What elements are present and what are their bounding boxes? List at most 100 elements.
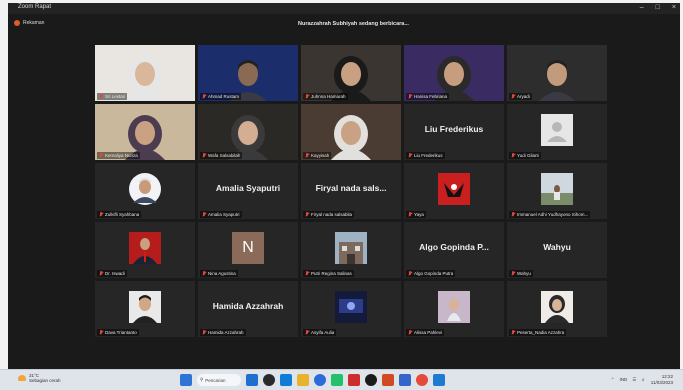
participant-tile[interactable]: Kayyisah [301,104,401,160]
system-tray: ⌃ IND ☰ ♬ 12:22 11/03/2023 [611,374,673,385]
participant-tile[interactable]: N Nina Agustina [198,222,298,278]
participant-nametag: Amalia Syaputri [200,211,242,218]
participant-nametag: Zulkifli Syahbana [97,211,142,218]
mic-muted-icon [408,330,412,335]
participant-tile[interactable]: Liu Frederikus Liu Frederikus [404,104,504,160]
participant-nametag: Alissa Pahlevi [406,329,445,336]
participant-tile[interactable]: Zulkifli Syahbana [95,163,195,219]
participant-name: Wahyu [517,271,531,276]
participant-name: Wafa Salsabilah [208,153,241,158]
participant-tile[interactable]: Sri Lestari [95,45,195,101]
participant-tile[interactable]: Dr. Iswadi [95,222,195,278]
participant-nametag: Immanuel Adhi Yudhayono Sihom... [509,211,591,218]
participant-name: Hanisa Febriana [414,94,448,99]
minimize-button[interactable]: – [640,3,644,13]
clock-date: 11/03/2023 [650,379,673,385]
mic-muted-icon [511,153,515,158]
participant-name: Yaya [414,212,424,217]
volume-icon[interactable]: ♬ [641,377,646,382]
taskbar-app-icon[interactable] [348,374,360,386]
participant-tile[interactable]: Wahyu Wahyu [507,222,607,278]
title-bar: Zoom Rapat – □ × [8,3,680,14]
close-button[interactable]: × [672,3,676,13]
participant-tile[interactable]: Immanuel Adhi Yudhayono Sihom... [507,163,607,219]
wifi-icon[interactable]: ☰ [632,377,636,383]
taskbar-app-icon[interactable] [433,374,445,386]
taskbar-app-icon[interactable] [399,374,411,386]
participant-nametag: Firyal nada salsabila [303,211,355,218]
participant-tile[interactable]: Juhnna Hamarah [301,45,401,101]
mic-muted-icon [99,212,103,217]
participant-name: Peserta_Nadia Azzahra [517,330,565,335]
clock[interactable]: 12:22 11/03/2023 [651,374,673,385]
participant-name: Aryadi [517,94,530,99]
participant-nametag: Liu Frederikus [406,152,445,159]
taskbar-app-icon[interactable] [280,374,292,386]
chevron-up-icon[interactable]: ⌃ [611,377,615,383]
taskbar-app-icon[interactable] [263,374,275,386]
mic-muted-icon [202,94,206,99]
participant-tile[interactable]: Amalia Syaputri Amalia Syaputri [198,163,298,219]
participant-tile[interactable]: Algo Gopinda P... Algo Gopinda Putra [404,222,504,278]
taskbar-search[interactable]: ⚲ Pencarian [197,374,241,386]
record-icon [14,20,20,26]
taskbar-apps: ⚲ Pencarian [180,374,445,386]
participant-nametag: Ahmad Rustam [200,93,242,100]
participant-name: Hamida Azzahrah [208,330,244,335]
participant-name: Algo Gopinda Putra [414,271,454,276]
participant-avatar [541,114,573,146]
taskbar-app-icon[interactable] [416,374,428,386]
taskbar-app-icon[interactable] [365,374,377,386]
windows-start-icon[interactable] [180,374,192,386]
participant-tile[interactable]: Alissa Pahlevi [404,281,504,337]
mic-muted-icon [511,330,515,335]
participant-tile[interactable]: Yaya [404,163,504,219]
mic-muted-icon [408,94,412,99]
participant-avatar [438,291,470,323]
participant-nametag: Wafa Salsabilah [200,152,243,159]
maximize-button[interactable]: □ [656,3,660,13]
mic-muted-icon [305,94,309,99]
taskbar-app-icon[interactable] [246,374,258,386]
language-indicator[interactable]: IND [620,377,628,382]
participant-name: Nina Agustina [208,271,236,276]
gallery-grid: Sri Lestari Ahmad Rustam Juhnna Hamarah … [95,45,607,337]
participant-tile[interactable]: Aryadi [507,45,607,101]
participant-name: Kemaliya Nuriza [105,153,138,158]
participant-avatar [541,291,573,323]
mic-muted-icon [99,271,103,276]
taskbar-app-icon[interactable] [382,374,394,386]
participant-tile[interactable]: Firyal nada sals... Firyal nada salsabil… [301,163,401,219]
recording-indicator[interactable]: Rekaman [14,20,44,26]
participant-name: Sri Lestari [105,94,126,99]
participant-tile[interactable]: Hanisa Febriana [404,45,504,101]
participant-nametag: Yudi Gilarti [509,152,541,159]
participant-nametag: Yaya [406,211,426,218]
taskbar-app-icon[interactable] [297,374,309,386]
participant-tile[interactable]: Yudi Gilarti [507,104,607,160]
participant-display-name: Wahyu [543,242,571,252]
weather-desc: Sebagian cerah [29,378,61,383]
participant-tile[interactable]: Peserta_Nadia Azzahra [507,281,607,337]
mic-muted-icon [202,271,206,276]
taskbar-app-icon[interactable] [331,374,343,386]
search-label: Pencarian [205,377,226,383]
participant-name: Asyifa Aulia [311,330,335,335]
mic-muted-icon [99,330,103,335]
participant-tile[interactable]: Kemaliya Nuriza [95,104,195,160]
weather-widget[interactable]: 31°C Sebagian cerah [18,373,61,383]
participant-tile[interactable]: Asyifa Aulia [301,281,401,337]
participant-tile[interactable]: Hamida Azzahrah Hamida Azzahrah [198,281,298,337]
participant-display-name: Algo Gopinda P... [419,242,489,252]
participant-tile[interactable]: Ahmad Rustam [198,45,298,101]
participant-nametag: Asyifa Aulia [303,329,337,336]
search-icon: ⚲ [200,377,204,382]
participant-tile[interactable]: Putri Regina Salinas [301,222,401,278]
mic-muted-icon [305,212,309,217]
participant-avatar [129,291,161,323]
participant-name: Alissa Pahlevi [414,330,443,335]
participant-nametag: Kayyisah [303,152,332,159]
taskbar-app-icon[interactable] [314,374,326,386]
participant-tile[interactable]: Dava Triantanto [95,281,195,337]
participant-tile[interactable]: Wafa Salsabilah [198,104,298,160]
